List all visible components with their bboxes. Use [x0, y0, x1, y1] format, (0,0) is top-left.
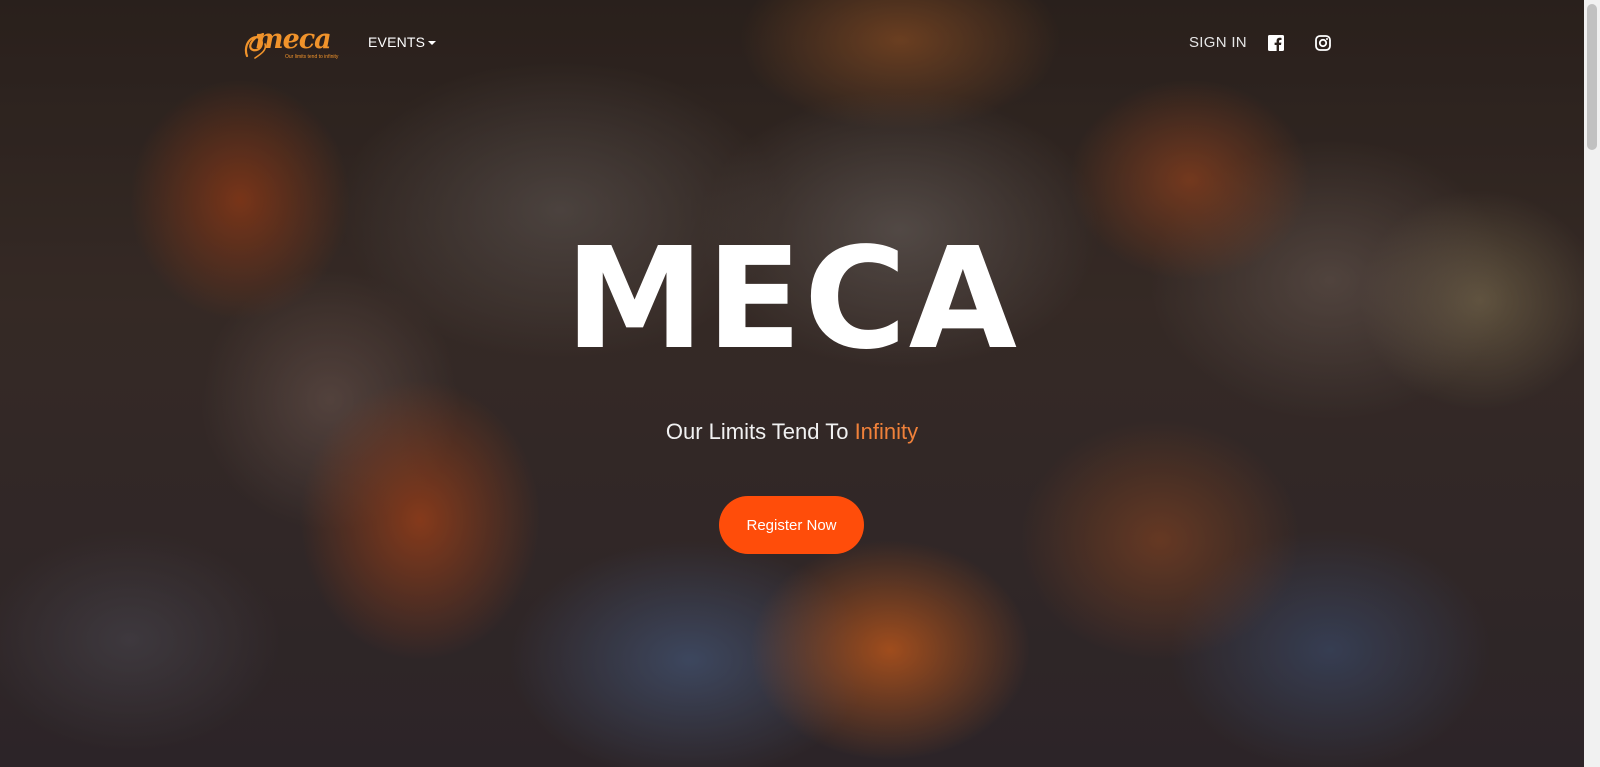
caret-down-icon: [428, 40, 437, 45]
instagram-icon: [1315, 35, 1331, 51]
events-label: EVENTS: [368, 34, 426, 50]
register-now-button[interactable]: Register Now: [719, 496, 864, 554]
hero-title: MECA: [564, 218, 1020, 381]
events-dropdown[interactable]: EVENTS: [368, 34, 437, 50]
navbar: meca Our limits tend to infinity EVENTS …: [0, 0, 1584, 86]
scrollbar-thumb[interactable]: [1587, 4, 1597, 150]
facebook-icon: [1268, 35, 1284, 51]
sign-in-link[interactable]: SIGN IN: [1189, 34, 1247, 51]
page-scrollbar[interactable]: [1584, 0, 1600, 767]
hero-subtitle-text: Our Limits Tend To: [665, 419, 855, 444]
instagram-link[interactable]: [1315, 35, 1331, 51]
hero-subtitle-accent: Infinity: [854, 419, 919, 444]
page: meca Our limits tend to infinity EVENTS …: [0, 0, 1600, 767]
hero-subtitle: Our Limits Tend To Infinity: [0, 417, 1584, 447]
facebook-link[interactable]: [1268, 35, 1284, 51]
logo-wordmark: meca: [255, 24, 332, 55]
logo-tagline: Our limits tend to infinity: [285, 54, 339, 60]
logo-link[interactable]: meca Our limits tend to infinity: [241, 24, 338, 64]
hero-overlay: [0, 0, 1584, 767]
